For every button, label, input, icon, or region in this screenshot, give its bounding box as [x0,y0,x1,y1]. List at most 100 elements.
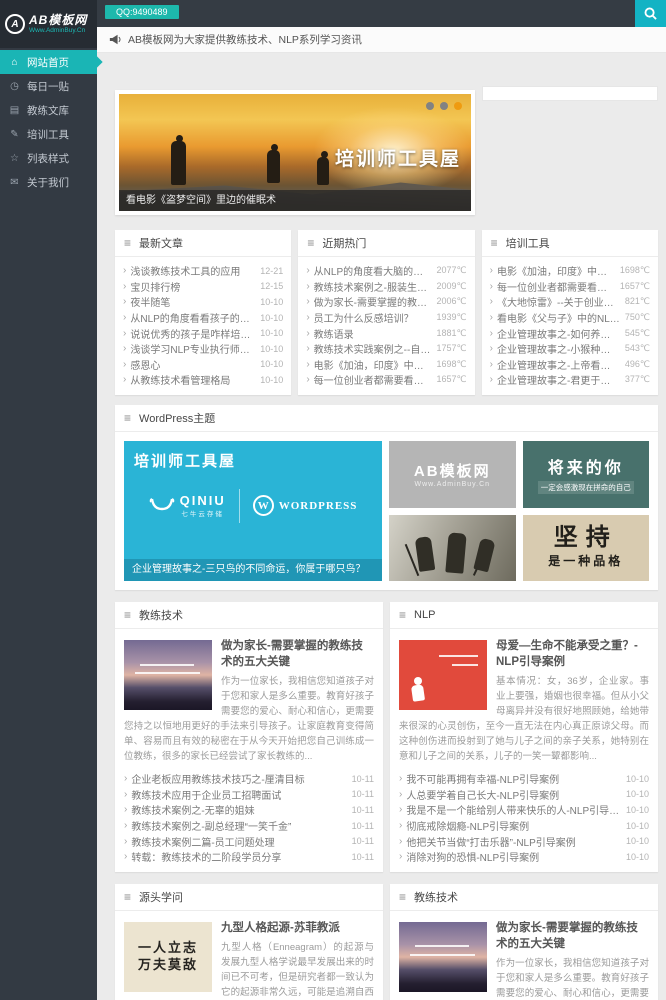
card-title: NLP [414,609,435,621]
list-item[interactable]: › 每一位创业者都需要看的10部... 1657℃ [490,279,650,295]
site-logo[interactable]: A AB模板网 Www.AdminBuy.Cn [0,0,97,48]
thumb-textline [439,655,478,657]
card-title: 教练技术 [139,607,183,623]
arrow-icon: › [490,312,493,323]
list-item[interactable]: › 从教练技术看管理格局 10-10 [123,372,283,388]
list-item[interactable]: › 教练技术案例之-副总经理“一笑千金” 10-11 [124,818,374,834]
banner-caption-link[interactable]: 企业管理故事之-三只鸟的不同命运，你属于哪只鸟？ [124,559,382,581]
list-item[interactable]: › 彻底戒除烟瘾-NLP引导案例 10-10 [399,818,649,834]
featured-thumbnail[interactable]: 一人立志 万夫莫敌 [124,922,212,992]
item-heat: 1657℃ [620,281,650,292]
list-item[interactable]: › 我是不是一个能给别人带来快乐的人-NLP引导案例 10-10 [399,802,649,818]
item-heat: 543℃ [625,343,650,354]
sidebar-menu: ⌂ 网站首页 ◷ 每日一贴 ▤ 教练文库 ✎ 培训工具 ☆ 列表样式 ✉ 关于我… [0,48,97,194]
list-item[interactable]: › 教练技术案例之-无辜的姐妹 10-11 [124,802,374,818]
tile-future-you[interactable]: 将来的你 一定会感激现在拼命的自己 [523,441,650,508]
item-heat: 2077℃ [437,265,467,276]
search-button[interactable] [635,0,666,27]
item-date: 10-10 [260,313,283,323]
sidebar-item-about[interactable]: ✉ 关于我们 [0,170,97,194]
carousel-dot[interactable] [426,102,434,110]
tile-text: 坚持 [554,526,618,550]
list-item[interactable]: › 他把关节当做“打击乐器”-NLP引导案例 10-10 [399,833,649,849]
featured-thumbnail[interactable] [399,922,487,992]
list-item[interactable]: › 我不可能再拥有幸福-NLP引导案例 10-10 [399,771,649,787]
sidebar-item-list-style[interactable]: ☆ 列表样式 [0,146,97,170]
slide-caption-link[interactable]: 看电影《盗梦空间》里边的催眠术 [119,190,471,211]
list-item[interactable]: › 从NLP的角度看看孩子的作业 10-10 [123,310,283,326]
item-heat: 1757℃ [437,343,467,354]
list-item[interactable]: › 企业管理故事之-小猴种瓜：... 543℃ [490,341,650,357]
featured-article: 做为家长-需要掌握的教练技术的五大关键 作为一位家长，我相信您知道孩子对于您和家… [390,911,658,1000]
item-date: 10-10 [260,375,283,385]
featured-thumbnail[interactable] [399,640,487,710]
list-item[interactable]: › 教练技术案例之-服装生产厂 2009℃ [306,279,466,295]
tile-ab-template[interactable]: AB模板网 Www.AdminBuy.Cn [389,441,516,508]
thumb-text: 万夫莫敌 [138,957,198,974]
list-item[interactable]: › 员工为什么反感培训？ 1939℃ [306,310,466,326]
item-heat: 377℃ [625,374,650,385]
list-item[interactable]: › 企业管理故事之-如何养好花... 545℃ [490,325,650,341]
carousel-dot[interactable] [440,102,448,110]
thumb-textline [140,664,195,666]
tile-crutch-soccer-photo[interactable] [389,515,516,581]
featured-thumbnail[interactable] [124,640,212,710]
list-item[interactable]: › 企业管理故事之-上帝看得见... 496℃ [490,357,650,373]
list-item[interactable]: › 感恩心 10-10 [123,357,283,373]
item-date: 10-10 [626,774,649,784]
carousel-slide[interactable]: 培训师工具屋 看电影《盗梦空间》里边的催眠术 [119,94,471,211]
list-item[interactable]: › 企业管理故事之-君更于军：... 377℃ [490,372,650,388]
item-date: 12-21 [260,266,283,276]
list-item[interactable]: › 教练技术应用于企业员工招聘面试 10-11 [124,787,374,803]
banner-trainer-toolhouse[interactable]: 培训师工具屋 QINIU 七牛云存储 W WORDPRESS [124,441,382,581]
list-item[interactable]: › 电影《加油，印度》中的教练... 1698℃ [306,357,466,373]
list-item[interactable]: › 教练技术实践案例之--自我控制 1757℃ [306,341,466,357]
article-list: › 电影《加油，印度》中的教练... 1698℃ › 每一位创业者都需要看的10… [482,257,658,395]
list-item[interactable]: › 教练语录 1881℃ [306,325,466,341]
item-heat: 1939℃ [437,312,467,323]
arrow-icon: › [399,851,402,862]
list-item[interactable]: › 消除对狗的恐惧-NLP引导案例 10-10 [399,849,649,865]
sidebar-item-library[interactable]: ▤ 教练文库 [0,98,97,122]
item-date: 10-10 [260,344,283,354]
item-heat: 1698℃ [620,265,650,276]
carousel-dot-active[interactable] [454,102,462,110]
list-item[interactable]: › 转载：教练技术的二阶段学员分享 10-11 [124,849,374,865]
sidebar-item-label: 网站首页 [27,55,69,70]
tile-text: AB模板网 [414,460,491,481]
list-item[interactable]: › 企业老板应用教练技术技巧之-厘清目标 10-11 [124,771,374,787]
list-item[interactable]: › 浅谈学习NLP专业执行师的30个... 10-10 [123,341,283,357]
list-item[interactable]: › 看电影《父与子》中的NLP元素 750℃ [490,310,650,326]
wordpress-icon: W [253,495,274,516]
sidebar-item-home[interactable]: ⌂ 网站首页 [0,50,97,74]
list-item[interactable]: › 宝贝排行榜 12-15 [123,279,283,295]
list-item[interactable]: › 从NLP的角度看大脑的工作原理 2077℃ [306,263,466,279]
list-item[interactable]: › 电影《加油，印度》中的教练... 1698℃ [490,263,650,279]
card-header: ≡ 培训工具 [482,230,658,257]
list-item[interactable]: › 人总要学着自己长大-NLP引导案例 10-10 [399,787,649,803]
sidebar-item-label: 关于我们 [27,175,69,190]
arrow-icon: › [124,820,127,831]
list-item[interactable]: › 《大地惊雷》--关于创业的电影 821℃ [490,294,650,310]
list-item[interactable]: › 每一位创业者都需要看的10部... 1657℃ [306,372,466,388]
list-item[interactable]: › 教练技术案例二篇-员工问题处理 10-11 [124,833,374,849]
item-date: 10-10 [260,328,283,338]
logo-subtitle: Www.AdminBuy.Cn [29,27,87,34]
list-item[interactable]: › 夜半随笔 10-10 [123,294,283,310]
list-icon: ≡ [124,412,131,424]
list-item[interactable]: › 做为家长-需要掌握的教练技... 2006℃ [306,294,466,310]
arrow-icon: › [306,265,309,276]
list-item[interactable]: › 浅谈教练技术工具的应用 12-21 [123,263,283,279]
qiniu-bull-icon [149,497,175,515]
arrow-icon: › [123,265,126,276]
list-item[interactable]: › 说说优秀的孩子是咋样培养的 10-10 [123,325,283,341]
banner-logos: QINIU 七牛云存储 W WORDPRESS [124,489,382,523]
sidebar-item-tools[interactable]: ✎ 培训工具 [0,122,97,146]
tile-persistence[interactable]: 坚持 是一种品格 [523,515,650,581]
notice-bar: AB模板网为大家提供教练技术、NLP系列学习资讯 [97,27,666,53]
item-heat: 2006℃ [437,296,467,307]
sidebar-item-daily[interactable]: ◷ 每日一贴 [0,74,97,98]
arrow-icon: › [124,804,127,815]
banner-tiles: AB模板网 Www.AdminBuy.Cn 将来的你 一定会感激现在拼命的自己 [389,441,649,581]
qiniu-sub-label: 七牛云存储 [180,508,226,518]
